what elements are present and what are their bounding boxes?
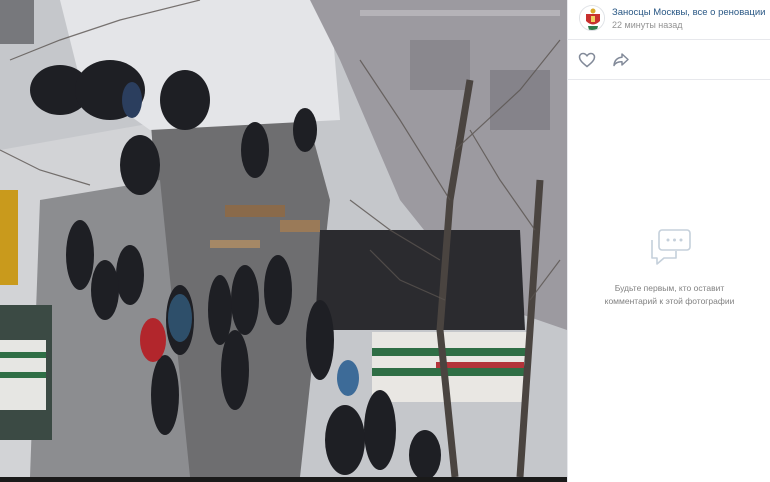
post-actions-bar xyxy=(568,41,770,80)
heart-icon xyxy=(578,52,596,68)
comments-empty-state: Будьте первым, кто оставит комментарий к… xyxy=(568,81,770,482)
like-button[interactable] xyxy=(578,52,596,68)
author-avatar[interactable] xyxy=(579,5,605,31)
share-arrow-icon xyxy=(613,53,629,67)
post-author-header: Заносцы Москвы, все о реновации 22 минут… xyxy=(568,0,770,40)
author-name-link[interactable]: Заносцы Москвы, все о реновации xyxy=(612,7,765,18)
street-scene-photo xyxy=(0,0,567,477)
photo-bottom-bar xyxy=(0,477,567,482)
photo-sidebar: Заносцы Москвы, все о реновации 22 минут… xyxy=(567,0,770,482)
share-button[interactable] xyxy=(612,52,630,68)
coat-of-arms-icon xyxy=(580,6,604,30)
empty-text-line-1: Будьте первым, кто оставит xyxy=(614,283,725,293)
empty-text-line-2: комментарий к этой фотографии xyxy=(604,295,735,306)
comments-empty-text: Будьте первым, кто оставит комментарий к… xyxy=(568,282,770,307)
comments-icon xyxy=(650,229,692,267)
post-time[interactable]: 22 минуты назад xyxy=(612,20,683,30)
photo-viewer-image[interactable] xyxy=(0,0,567,477)
